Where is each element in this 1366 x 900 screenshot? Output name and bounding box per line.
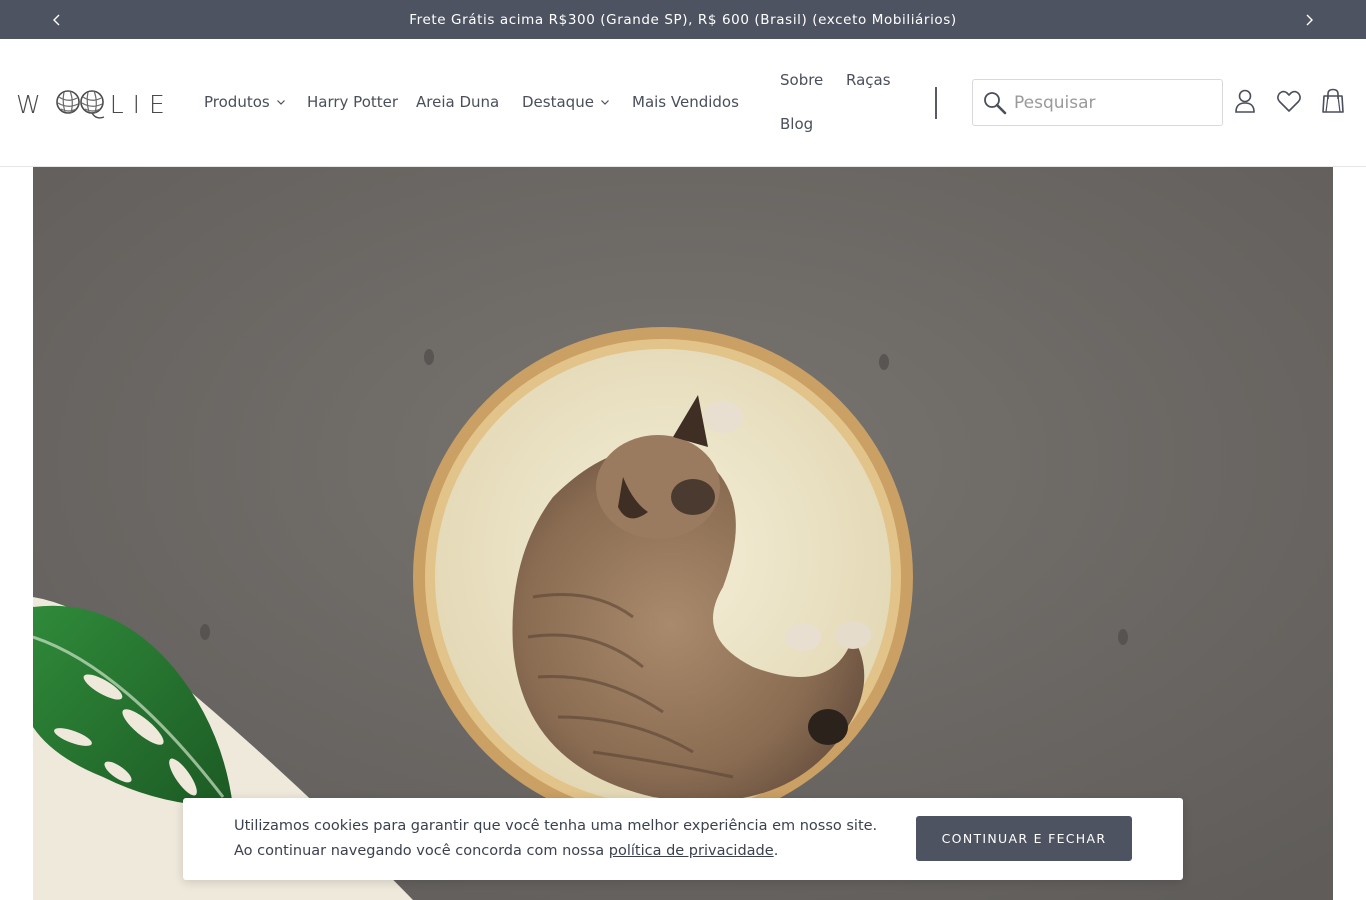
cookie-message: Utilizamos cookies para garantir que voc… xyxy=(234,814,894,864)
logo-text-right: LIE xyxy=(109,89,174,119)
chevron-down-icon xyxy=(276,100,285,105)
site-header: W LIE Produtos Harry Potter Areia Duna D… xyxy=(0,39,1366,167)
privacy-policy-link[interactable]: política de privacidade xyxy=(609,843,774,859)
yarn-ball-logo-icon xyxy=(55,90,104,119)
search-icon[interactable] xyxy=(982,90,1008,116)
header-divider xyxy=(935,87,937,119)
nav-item-label: Raças xyxy=(846,71,891,89)
nav-item-label: Destaque xyxy=(522,93,594,111)
logo-text-left: W xyxy=(16,89,50,119)
nav-item-sobre[interactable]: Sobre xyxy=(780,71,823,89)
nav-item-destaque[interactable]: Destaque xyxy=(522,93,610,111)
search-input[interactable] xyxy=(1014,92,1214,113)
nav-item-racas[interactable]: Raças xyxy=(846,71,891,89)
nav-item-label: Mais Vendidos xyxy=(632,93,739,111)
cookie-message-end: . xyxy=(773,843,779,859)
nav-item-harry-potter[interactable]: Harry Potter xyxy=(307,93,398,111)
nav-item-produtos[interactable]: Produtos xyxy=(204,93,286,111)
cookie-message-text: Utilizamos cookies para garantir que voc… xyxy=(234,818,878,859)
continue-and-close-button[interactable]: CONTINUAR E FECHAR xyxy=(916,816,1132,861)
cookie-consent-banner: Utilizamos cookies para garantir que voc… xyxy=(183,798,1183,880)
chevron-down-icon xyxy=(601,100,609,105)
nav-item-blog[interactable]: Blog xyxy=(780,115,813,133)
nav-item-areia-duna[interactable]: Areia Duna xyxy=(416,93,499,111)
nav-item-mais-vendidos[interactable]: Mais Vendidos xyxy=(632,93,739,111)
announcement-message: Frete Grátis acima R$300 (Grande SP), R$… xyxy=(409,11,957,28)
cart-bag-icon[interactable] xyxy=(1319,87,1347,115)
site-logo[interactable]: W LIE xyxy=(16,87,174,121)
nav-item-label: Blog xyxy=(780,115,814,133)
account-icon[interactable] xyxy=(1231,87,1259,115)
announcement-bar: Frete Grátis acima R$300 (Grande SP), R$… xyxy=(0,0,1366,39)
cat-in-bed-image xyxy=(33,167,1333,900)
wishlist-heart-icon[interactable] xyxy=(1275,87,1303,115)
nav-item-label: Harry Potter xyxy=(307,93,399,111)
nav-item-label: Produtos xyxy=(204,93,270,111)
nav-item-label: Sobre xyxy=(780,71,824,89)
nav-item-label: Areia Duna xyxy=(416,93,500,111)
hero-banner-image[interactable] xyxy=(33,167,1333,900)
chevron-right-icon xyxy=(1306,14,1313,25)
search-box[interactable] xyxy=(972,79,1223,126)
announcement-next-button[interactable] xyxy=(1289,0,1329,39)
